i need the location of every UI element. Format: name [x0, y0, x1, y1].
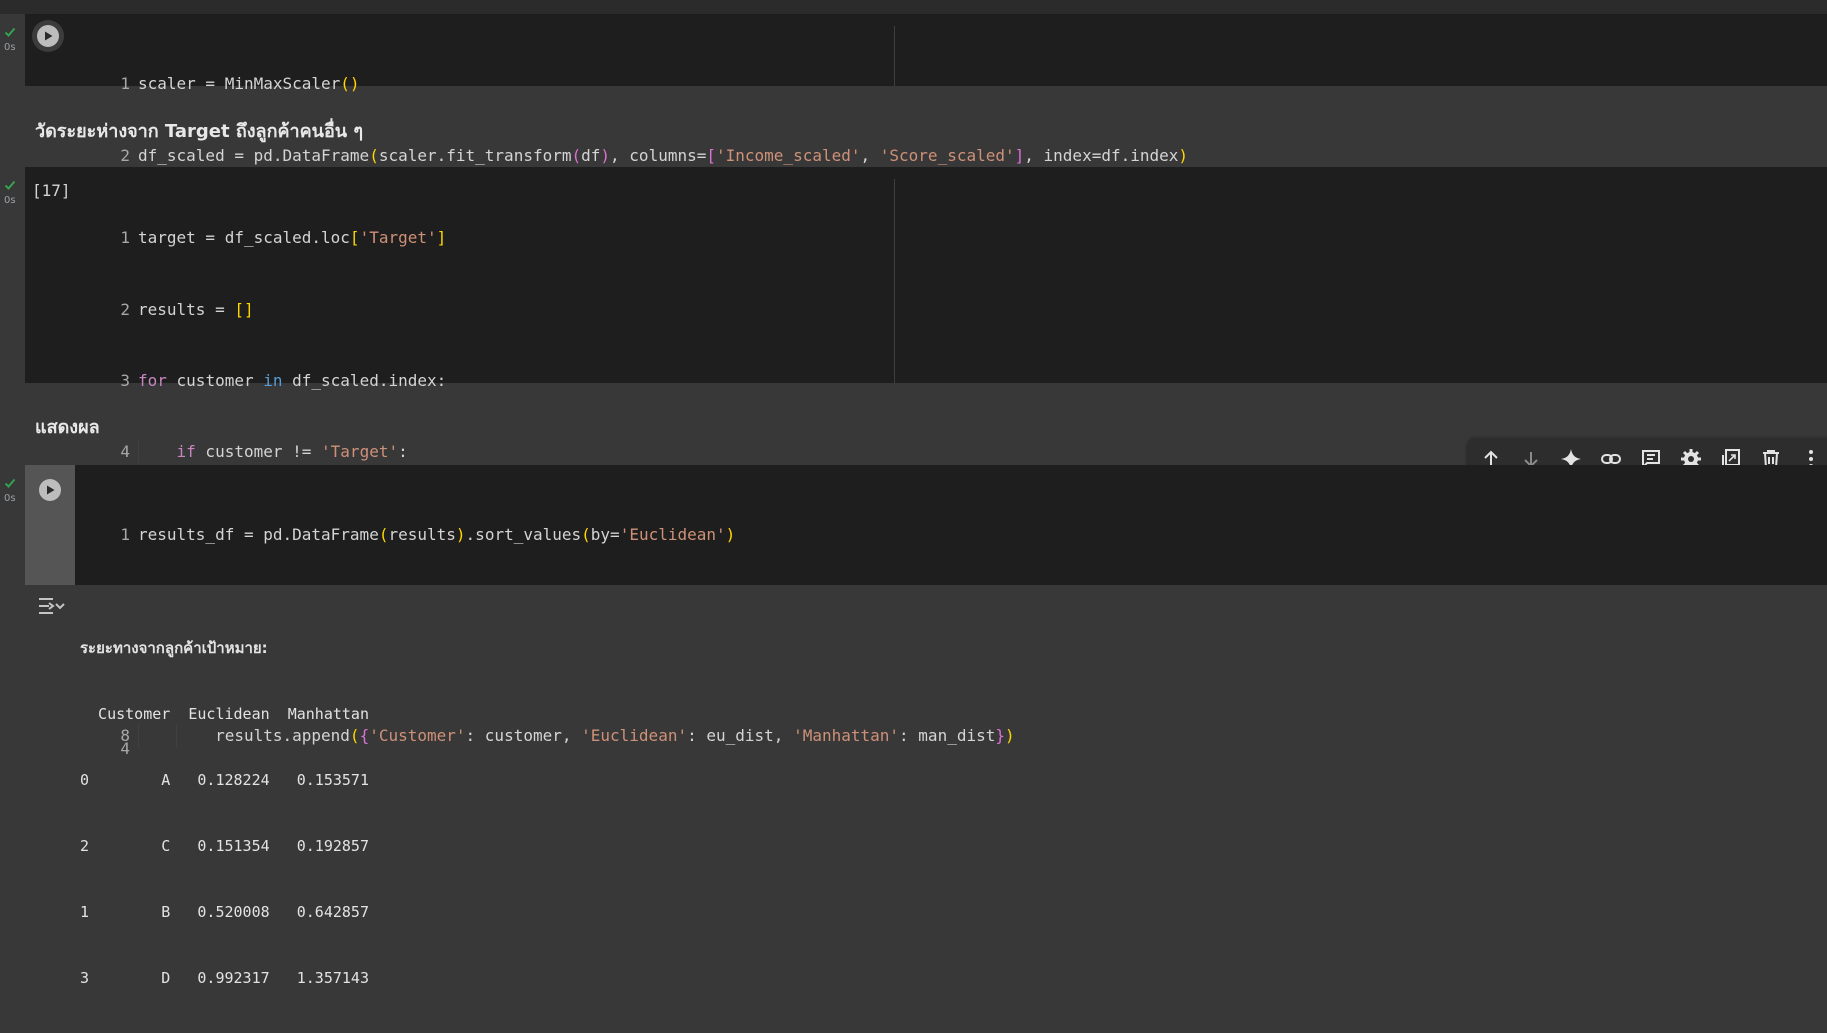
- code-cell-3[interactable]: 0s 1 results_df = pd.DataFrame(results).s…: [0, 465, 1827, 758]
- markdown-heading: แสดงผล: [35, 417, 100, 438]
- output-title: ระยะทางจากลูกค้าเป้าหมาย:: [80, 639, 268, 657]
- run-button[interactable]: [32, 20, 64, 52]
- code-line: 1 target = df_scaled.loc['Target']: [120, 228, 447, 248]
- check-icon: [4, 477, 16, 489]
- run-button[interactable]: [34, 474, 66, 506]
- code-cell-1[interactable]: 0s 1 scaler = MinMaxScaler() 2 df_scaled =…: [0, 14, 1827, 165]
- code-editor[interactable]: [17] 1 target = df_scaled.loc['Target'] 2…: [25, 167, 1827, 748]
- output-table-row: 1 B 0.520008 0.642857: [80, 903, 369, 921]
- output-text: ระยะทางจากลูกค้าเป้าหมาย: Customer Eucli…: [80, 593, 369, 1033]
- check-icon: [4, 179, 16, 191]
- exec-time: 0s: [4, 195, 16, 206]
- cell-output: ระยะทางจากลูกค้าเป้าหมาย: Customer Eucli…: [25, 585, 1827, 987]
- output-table-row: 2 C 0.151354 0.192857: [80, 837, 369, 855]
- code-editor[interactable]: 1 scaler = MinMaxScaler() 2 df_scaled = pd…: [25, 14, 1827, 165]
- exec-time: 0s: [4, 493, 16, 504]
- output-table-row: 0 A 0.128224 0.153571: [80, 771, 369, 789]
- play-icon: [47, 485, 55, 495]
- code-line: 2 results = []: [120, 299, 254, 319]
- play-icon: [45, 31, 53, 41]
- code-editor[interactable]: 1 results_df = pd.DataFrame(results).sort…: [25, 465, 1827, 758]
- notebook-top-bar: [0, 0, 1827, 14]
- code-cell-2[interactable]: 0s [17] 1 target = df_scaled.loc['Target'…: [0, 167, 1827, 748]
- code-line: 2 df_scaled = pd.DataFrame(scaler.fit_tra…: [120, 145, 1189, 165]
- output-table-header: Customer Euclidean Manhattan: [80, 705, 369, 723]
- markdown-heading: วัดระยะห่างจาก Target ถึงลูกค้าคนอื่น ๆ: [35, 121, 364, 142]
- exec-time: 0s: [4, 42, 16, 53]
- output-table-row: 3 D 0.992317 1.357143: [80, 969, 369, 987]
- code-line: 1 scaler = MinMaxScaler(): [120, 74, 360, 94]
- execution-count: [17]: [32, 181, 71, 200]
- code-line: 3 for customer in df_scaled.index:: [120, 370, 447, 390]
- code-line: 1 results_df = pd.DataFrame(results).sort…: [120, 525, 736, 545]
- check-icon: [4, 26, 16, 38]
- output-actions-icon[interactable]: [37, 595, 65, 621]
